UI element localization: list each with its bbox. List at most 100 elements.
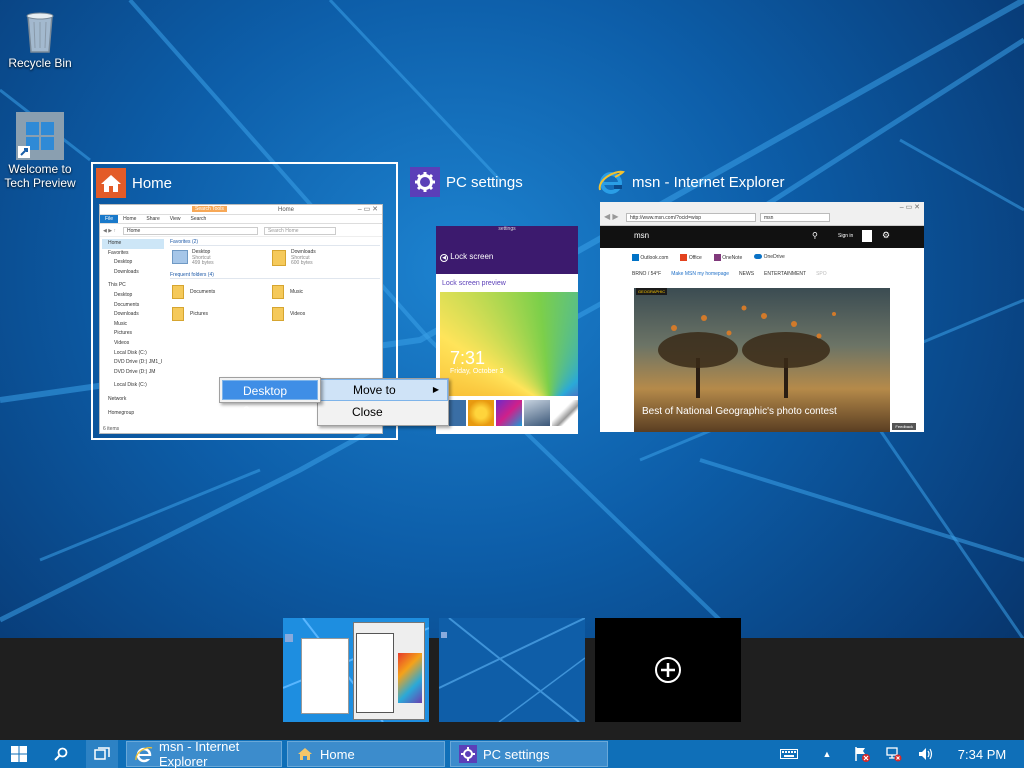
taskbar-app-pc-settings[interactable]: PC settings xyxy=(450,741,608,767)
link-label: Office xyxy=(688,254,702,261)
lock-time: 7:31 xyxy=(450,348,486,368)
nav-arrows-icon: ◀ ▶ ↑ xyxy=(103,227,116,234)
settings-header-text: Lock screen xyxy=(450,252,494,261)
nav-item: Downloads xyxy=(114,311,139,318)
context-menu: Move to ▶ Close xyxy=(317,378,449,426)
nav-link: ENTERTAINMENT xyxy=(764,271,807,277)
nav-item: Downloads xyxy=(114,268,139,275)
clock[interactable]: 7:34 PM xyxy=(950,740,1014,768)
menu-item-close[interactable]: Close xyxy=(318,401,448,423)
settings-titlebar: settings xyxy=(436,226,578,234)
add-desktop-button[interactable] xyxy=(595,618,741,722)
mini-desktop-icon xyxy=(285,634,293,642)
ie-thumbnail[interactable]: – ▭ ✕ ◀ ▶ http://www.msn.com/?ocid=wisp … xyxy=(600,202,924,432)
address-bar: Home xyxy=(122,226,258,235)
action-center-flag-icon[interactable] xyxy=(852,740,872,768)
taskbar-app-home[interactable]: Home xyxy=(287,741,445,767)
task-view-button[interactable] xyxy=(86,740,118,768)
wallpaper-thumb xyxy=(468,400,494,426)
submenu: Desktop 2 xyxy=(219,377,321,418)
menu-item-move-to[interactable]: Move to ▶ xyxy=(318,379,448,401)
frequent-folder: Pictures xyxy=(190,311,209,317)
nav-link: NEWS xyxy=(739,271,755,277)
taskbar-app-label: msn - Internet Explorer xyxy=(159,739,240,768)
search-button[interactable] xyxy=(46,740,76,768)
folder-icon xyxy=(272,285,284,299)
msn-logo: msn xyxy=(634,231,650,240)
sign-in-link: Sign in xyxy=(838,233,854,239)
favorite-size: 600 bytes xyxy=(291,260,313,266)
start-button[interactable] xyxy=(4,740,34,768)
desktop-icon-welcome[interactable]: Welcome to Tech Preview xyxy=(0,112,80,190)
nav-item: Network xyxy=(108,395,127,402)
nav-item: This PC xyxy=(108,282,126,289)
homepage-link: Make MSN my homepage xyxy=(671,271,730,277)
msn-quick-links: Outlook.com Office OneNote OneDrive xyxy=(632,250,902,264)
nav-item: Desktop xyxy=(114,259,133,266)
ie-tab: msn xyxy=(760,213,830,222)
volume-icon[interactable] xyxy=(916,740,936,768)
desktop-icon-label-line1: Welcome to xyxy=(8,162,72,176)
ribbon-tab-share: Share xyxy=(146,216,160,222)
hero-caption: Best of National Geographic's photo cont… xyxy=(642,406,837,417)
task-view-header-ie: msn - Internet Explorer xyxy=(596,166,785,198)
link-label: OneDrive xyxy=(763,254,785,260)
internet-explorer-icon xyxy=(135,745,153,763)
task-view-icon xyxy=(94,747,110,760)
nav-item: Home xyxy=(102,239,164,249)
settings-header: ◀ Lock screen xyxy=(436,234,578,274)
ribbon-tab-home: Home xyxy=(123,216,137,222)
link-label: Outlook.com xyxy=(640,254,669,261)
onedrive-link: OneDrive xyxy=(754,254,785,260)
nav-item: Desktop xyxy=(114,291,133,298)
desktop-icon-recycle-bin[interactable]: Recycle Bin xyxy=(0,6,80,70)
task-view-window-ie[interactable]: msn - Internet Explorer – ▭ ✕ ◀ ▶ http:/… xyxy=(596,166,926,436)
settings-subheader: Lock screen preview xyxy=(442,280,506,287)
menu-item-label: Close xyxy=(352,405,383,419)
show-hidden-icons-chevron-up-icon[interactable]: ▲ xyxy=(818,740,836,768)
search-icon: ⚲ xyxy=(812,231,818,240)
mini-desktop-icon xyxy=(441,632,447,638)
virtual-desktop-1[interactable] xyxy=(283,618,429,722)
mini-explorer-window xyxy=(301,638,349,714)
nav-item: Local Disk (C:) xyxy=(114,382,147,389)
file-explorer-home-icon xyxy=(296,745,314,763)
task-view-title: PC settings xyxy=(446,173,523,191)
ie-nav-icon: ◀ ▶ xyxy=(604,212,619,221)
ribbon-tab-search: Search xyxy=(190,216,207,222)
submenu-arrow-icon: ▶ xyxy=(432,385,439,394)
pc-settings-thumbnail[interactable]: settings ◀ Lock screen Lock screen previ… xyxy=(436,226,578,434)
natgeo-badge: GEOGRAPHIC xyxy=(636,288,668,295)
frequent-folder: Videos xyxy=(290,311,306,317)
outlook-link: Outlook.com xyxy=(632,253,669,261)
windows-logo-shortcut-icon xyxy=(16,112,64,160)
folder-icon xyxy=(272,307,284,321)
recycle-bin-icon xyxy=(26,12,54,53)
nav-item: DVD Drive (D:) JM1_I xyxy=(114,359,163,366)
frequent-folder: Music xyxy=(290,289,304,295)
desktop-background: Recycle Bin Welcome to Tech Preview Home… xyxy=(0,0,1024,768)
submenu-item-desktop-2[interactable]: Desktop 2 xyxy=(222,380,318,418)
file-explorer-home-icon xyxy=(96,168,126,198)
desktop-folder-icon xyxy=(172,250,188,264)
search-box: Search Home xyxy=(263,226,336,235)
virtual-desktop-2[interactable] xyxy=(439,618,585,722)
folder-icon xyxy=(172,285,184,299)
keyboard-icon[interactable] xyxy=(778,740,800,768)
nav-item: Documents xyxy=(114,301,140,308)
lock-screen-preview-image: 7:31 Friday, October 3 xyxy=(440,292,578,396)
explorer-nav-pane: Home Favorites Desktop Downloads This PC… xyxy=(102,239,164,418)
taskbar-app-ie[interactable]: msn - Internet Explorer xyxy=(126,739,282,768)
nav-item: Homegroup xyxy=(108,409,135,416)
wallpaper-thumb xyxy=(524,400,550,426)
msn-header: msn ⚲ Sign in ⚙ xyxy=(600,226,924,248)
nav-item: Videos xyxy=(114,339,130,346)
explorer-window-title: Home xyxy=(278,207,295,213)
gear-icon xyxy=(410,167,440,197)
desktop-icon-label: Recycle Bin xyxy=(8,56,72,70)
msn-hero-photo: GEOGRAPHIC Best of National Geographic's… xyxy=(634,288,890,432)
search-tools-tab: Search Tools xyxy=(192,206,227,212)
network-icon[interactable] xyxy=(884,740,904,768)
window-controls-icon: – ▭ ✕ xyxy=(899,204,920,211)
link-label: OneNote xyxy=(722,254,743,261)
